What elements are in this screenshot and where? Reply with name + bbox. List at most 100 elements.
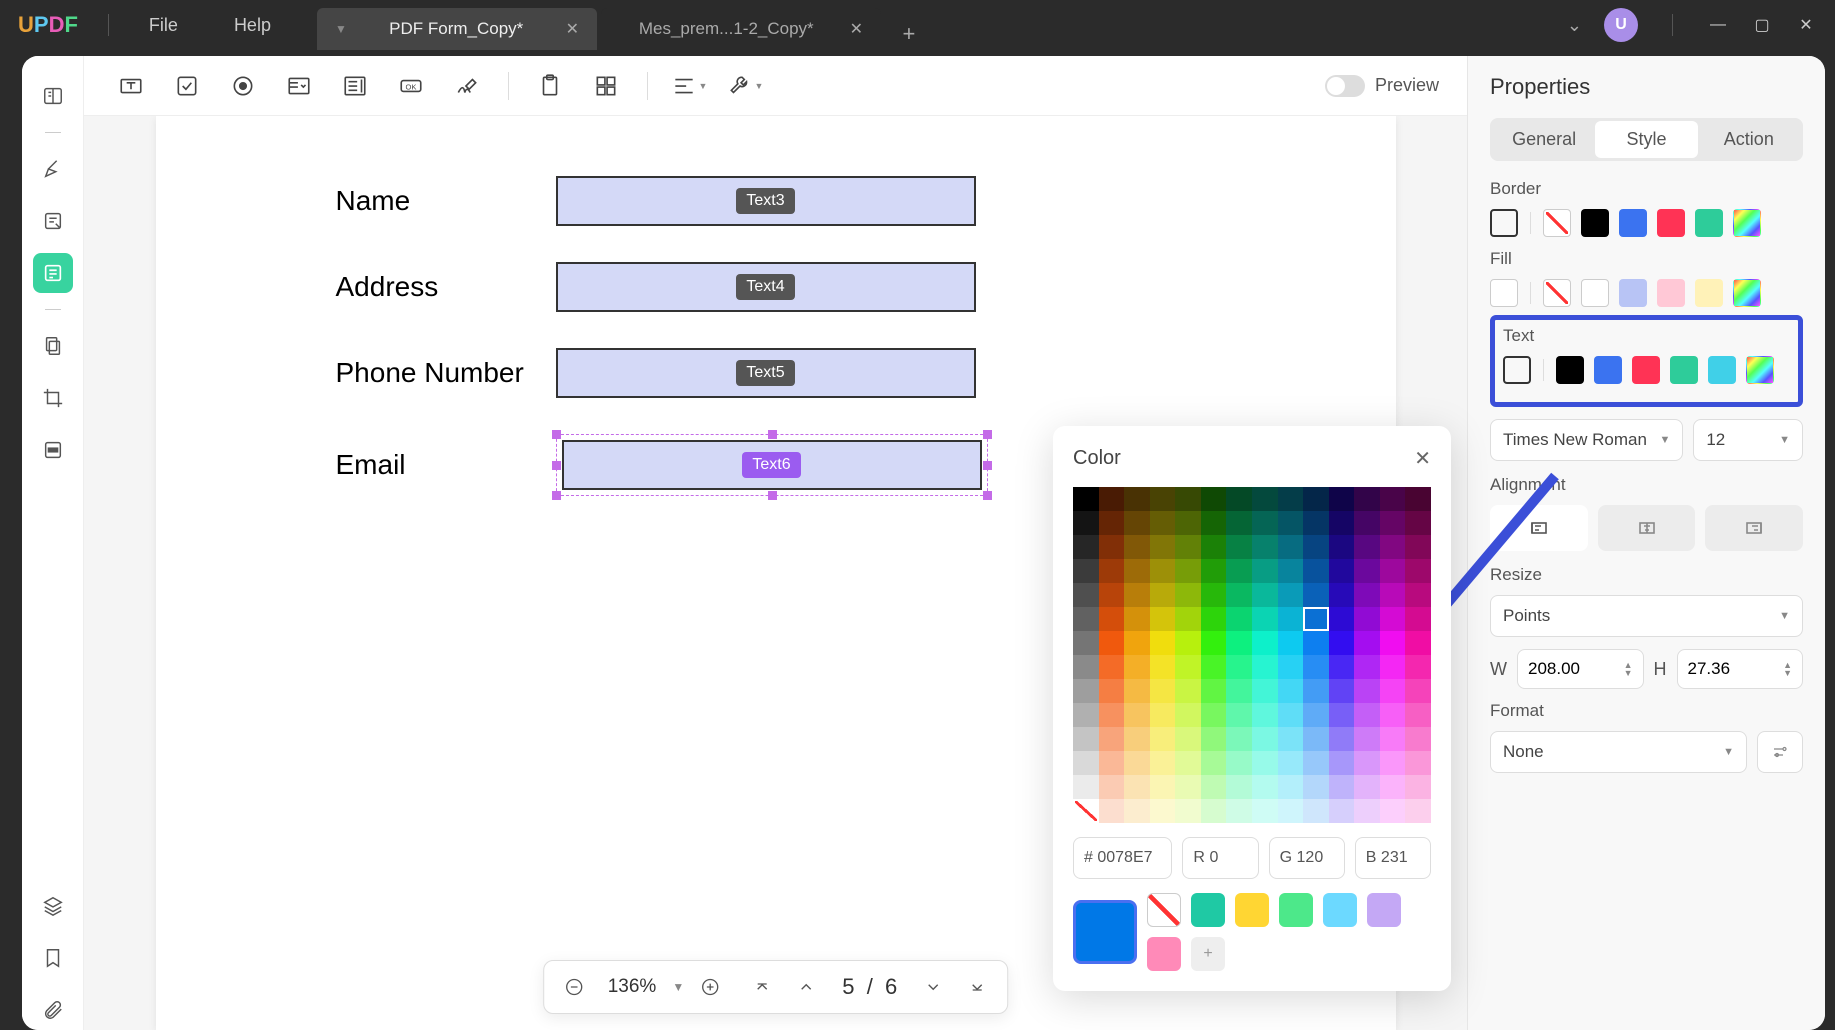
last-page-button[interactable] bbox=[959, 969, 995, 1005]
r-input[interactable]: R 0 bbox=[1182, 837, 1258, 879]
color-cell[interactable] bbox=[1150, 655, 1176, 679]
new-tab-button[interactable]: + bbox=[893, 18, 925, 50]
color-cell[interactable] bbox=[1405, 535, 1431, 559]
swatch[interactable] bbox=[1632, 356, 1660, 384]
color-cell[interactable] bbox=[1201, 679, 1227, 703]
close-button[interactable]: ✕ bbox=[1795, 14, 1817, 36]
color-cell[interactable] bbox=[1303, 799, 1329, 823]
color-cell[interactable] bbox=[1201, 511, 1227, 535]
align-tool[interactable]: ▼ bbox=[670, 67, 708, 105]
color-cell[interactable] bbox=[1124, 631, 1150, 655]
color-cell[interactable] bbox=[1150, 751, 1176, 775]
add-swatch-button[interactable]: + bbox=[1191, 937, 1225, 971]
align-left-button[interactable] bbox=[1490, 505, 1588, 551]
selection-wrapper[interactable]: Text6 bbox=[556, 434, 988, 496]
color-cell[interactable] bbox=[1073, 751, 1099, 775]
color-cell[interactable] bbox=[1303, 679, 1329, 703]
color-cell[interactable] bbox=[1405, 751, 1431, 775]
color-cell[interactable] bbox=[1099, 655, 1125, 679]
color-cell[interactable] bbox=[1201, 559, 1227, 583]
color-cell[interactable] bbox=[1252, 727, 1278, 751]
color-cell[interactable] bbox=[1329, 631, 1355, 655]
resize-unit-dropdown[interactable]: Points▼ bbox=[1490, 595, 1803, 637]
color-cell[interactable] bbox=[1405, 727, 1431, 751]
recent-swatch[interactable] bbox=[1235, 893, 1269, 927]
color-cell[interactable] bbox=[1380, 679, 1406, 703]
color-cell[interactable] bbox=[1329, 679, 1355, 703]
color-cell[interactable] bbox=[1073, 799, 1099, 823]
color-cell[interactable] bbox=[1354, 535, 1380, 559]
color-cell[interactable] bbox=[1278, 511, 1304, 535]
color-cell[interactable] bbox=[1175, 607, 1201, 631]
hex-input[interactable]: # 0078E7 bbox=[1073, 837, 1172, 879]
color-cell[interactable] bbox=[1226, 799, 1252, 823]
font-dropdown[interactable]: Times New Roman▼ bbox=[1490, 419, 1683, 461]
organize-tool[interactable] bbox=[33, 326, 73, 366]
text-field[interactable]: Text3 bbox=[556, 176, 976, 226]
dropdown-tool[interactable] bbox=[280, 67, 318, 105]
color-cell[interactable] bbox=[1150, 583, 1176, 607]
color-cell[interactable] bbox=[1099, 487, 1125, 511]
color-cell[interactable] bbox=[1278, 559, 1304, 583]
color-cell[interactable] bbox=[1226, 511, 1252, 535]
color-cell[interactable] bbox=[1405, 559, 1431, 583]
comment-tool[interactable] bbox=[33, 149, 73, 189]
color-cell[interactable] bbox=[1303, 631, 1329, 655]
color-cell[interactable] bbox=[1073, 559, 1099, 583]
g-input[interactable]: G 120 bbox=[1269, 837, 1345, 879]
color-cell[interactable] bbox=[1175, 631, 1201, 655]
color-cell[interactable] bbox=[1175, 559, 1201, 583]
toggle-switch[interactable] bbox=[1325, 75, 1365, 97]
color-cell[interactable] bbox=[1354, 631, 1380, 655]
radio-tool[interactable] bbox=[224, 67, 262, 105]
color-cell[interactable] bbox=[1278, 799, 1304, 823]
color-cell[interactable] bbox=[1073, 535, 1099, 559]
color-cell[interactable] bbox=[1201, 631, 1227, 655]
color-cell[interactable] bbox=[1201, 487, 1227, 511]
signature-tool[interactable] bbox=[448, 67, 486, 105]
color-cell[interactable] bbox=[1252, 511, 1278, 535]
color-cell[interactable] bbox=[1303, 511, 1329, 535]
color-cell[interactable] bbox=[1124, 559, 1150, 583]
avatar[interactable]: U bbox=[1604, 8, 1638, 42]
color-cell[interactable] bbox=[1329, 535, 1355, 559]
text-field[interactable]: Text5 bbox=[556, 348, 976, 398]
color-cell[interactable] bbox=[1354, 487, 1380, 511]
color-cell[interactable] bbox=[1175, 799, 1201, 823]
color-cell[interactable] bbox=[1405, 631, 1431, 655]
color-cell[interactable] bbox=[1252, 535, 1278, 559]
color-cell[interactable] bbox=[1124, 799, 1150, 823]
color-cell[interactable] bbox=[1303, 583, 1329, 607]
color-cell[interactable] bbox=[1175, 775, 1201, 799]
color-cell[interactable] bbox=[1329, 775, 1355, 799]
font-size-dropdown[interactable]: 12▼ bbox=[1693, 419, 1803, 461]
color-cell[interactable] bbox=[1150, 607, 1176, 631]
color-cell[interactable] bbox=[1380, 631, 1406, 655]
color-cell[interactable] bbox=[1201, 703, 1227, 727]
color-cell[interactable] bbox=[1175, 679, 1201, 703]
swatch[interactable] bbox=[1581, 279, 1609, 307]
color-cell[interactable] bbox=[1201, 775, 1227, 799]
color-cell[interactable] bbox=[1380, 775, 1406, 799]
color-cell[interactable] bbox=[1073, 487, 1099, 511]
align-right-button[interactable] bbox=[1705, 505, 1803, 551]
color-cell[interactable] bbox=[1354, 559, 1380, 583]
recent-swatch[interactable] bbox=[1147, 937, 1181, 971]
chevron-down-icon[interactable]: ⌄ bbox=[1567, 15, 1582, 36]
zoom-value[interactable]: 136% bbox=[600, 976, 665, 998]
b-input[interactable]: B 231 bbox=[1355, 837, 1431, 879]
color-cell[interactable] bbox=[1405, 607, 1431, 631]
close-icon[interactable]: ✕ bbox=[1414, 446, 1431, 471]
recent-swatch[interactable] bbox=[1367, 893, 1401, 927]
swatch[interactable] bbox=[1657, 279, 1685, 307]
width-input[interactable]: 208.00▲▼ bbox=[1517, 649, 1644, 689]
color-cell[interactable] bbox=[1073, 607, 1099, 631]
color-cell[interactable] bbox=[1380, 751, 1406, 775]
color-cell[interactable] bbox=[1380, 583, 1406, 607]
color-cell[interactable] bbox=[1175, 655, 1201, 679]
color-grid[interactable] bbox=[1073, 487, 1431, 823]
color-cell[interactable] bbox=[1073, 775, 1099, 799]
color-cell[interactable] bbox=[1124, 511, 1150, 535]
button-tool[interactable]: OK bbox=[392, 67, 430, 105]
edit-tool[interactable] bbox=[33, 201, 73, 241]
